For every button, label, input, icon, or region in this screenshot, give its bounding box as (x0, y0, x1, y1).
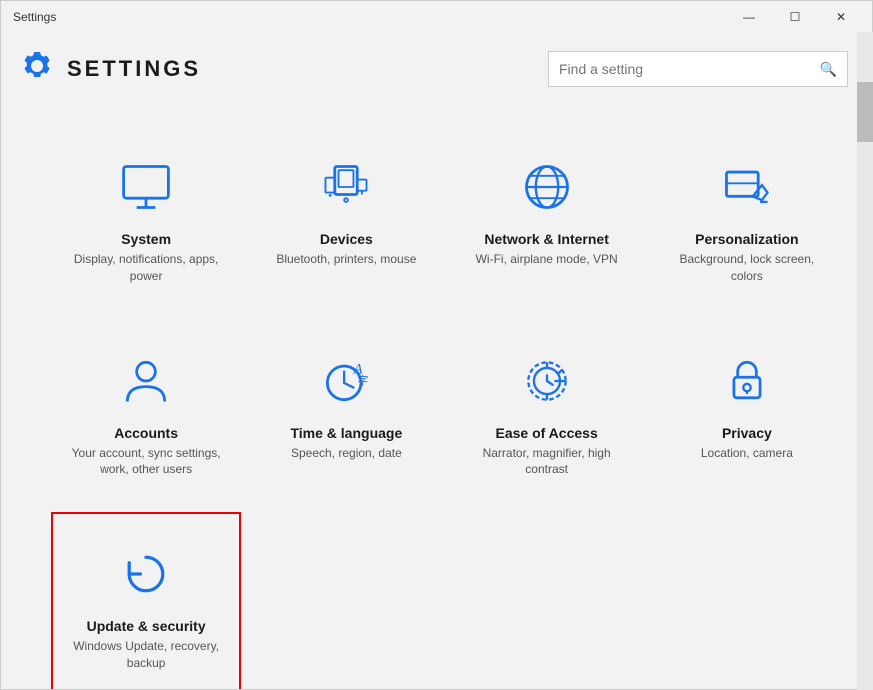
settings-gear-icon (21, 50, 53, 89)
ease-name: Ease of Access (496, 425, 598, 441)
time-desc: Speech, region, date (291, 445, 402, 462)
tile-personalization[interactable]: Personalization Background, lock screen, … (652, 125, 842, 309)
title-bar: Settings — ☐ ✕ (1, 1, 872, 33)
accounts-name: Accounts (114, 425, 178, 441)
update-name: Update & security (87, 618, 206, 634)
tile-privacy[interactable]: Privacy Location, camera (652, 319, 842, 503)
search-box[interactable]: 🔍 (548, 51, 848, 87)
scrollbar-thumb[interactable] (857, 82, 873, 142)
personalization-name: Personalization (695, 231, 798, 247)
tile-accounts[interactable]: Accounts Your account, sync settings, wor… (51, 319, 241, 503)
app-header: SETTINGS 🔍 (1, 33, 872, 105)
header-left: SETTINGS (21, 50, 201, 89)
search-input[interactable] (559, 61, 820, 77)
tile-network[interactable]: Network & Internet Wi-Fi, airplane mode, … (452, 125, 642, 309)
system-desc: Display, notifications, apps, power (69, 251, 223, 285)
privacy-icon (715, 349, 779, 413)
ease-desc: Narrator, magnifier, high contrast (470, 445, 624, 479)
tile-time[interactable]: A 字 Time & language Speech, region, date (251, 319, 441, 503)
accounts-desc: Your account, sync settings, work, other… (69, 445, 223, 479)
personalization-desc: Background, lock screen, colors (670, 251, 824, 285)
svg-text:字: 字 (358, 373, 369, 387)
time-icon: A 字 (314, 349, 378, 413)
devices-name: Devices (320, 231, 373, 247)
privacy-desc: Location, camera (701, 445, 793, 462)
settings-grid: System Display, notifications, apps, powe… (51, 125, 842, 689)
window-controls: — ☐ ✕ (726, 1, 864, 33)
network-desc: Wi-Fi, airplane mode, VPN (476, 251, 618, 268)
devices-icon (314, 155, 378, 219)
network-icon (515, 155, 579, 219)
ease-icon (515, 349, 579, 413)
search-icon: 🔍 (820, 61, 837, 78)
app-title: SETTINGS (67, 56, 201, 82)
maximize-button[interactable]: ☐ (772, 1, 818, 33)
update-icon (114, 542, 178, 606)
close-button[interactable]: ✕ (818, 1, 864, 33)
settings-grid-container: System Display, notifications, apps, powe… (1, 105, 872, 689)
time-name: Time & language (290, 425, 402, 441)
system-icon (114, 155, 178, 219)
devices-desc: Bluetooth, printers, mouse (276, 251, 416, 268)
scrollbar[interactable] (857, 32, 873, 690)
update-desc: Windows Update, recovery, backup (69, 638, 223, 672)
tile-update[interactable]: Update & security Windows Update, recover… (51, 512, 241, 689)
personalization-icon (715, 155, 779, 219)
tile-ease[interactable]: Ease of Access Narrator, magnifier, high … (452, 319, 642, 503)
privacy-name: Privacy (722, 425, 772, 441)
minimize-button[interactable]: — (726, 1, 772, 33)
system-name: System (121, 231, 171, 247)
tile-system[interactable]: System Display, notifications, apps, powe… (51, 125, 241, 309)
tile-devices[interactable]: Devices Bluetooth, printers, mouse (251, 125, 441, 309)
network-name: Network & Internet (484, 231, 608, 247)
window-title: Settings (13, 10, 56, 24)
accounts-icon (114, 349, 178, 413)
